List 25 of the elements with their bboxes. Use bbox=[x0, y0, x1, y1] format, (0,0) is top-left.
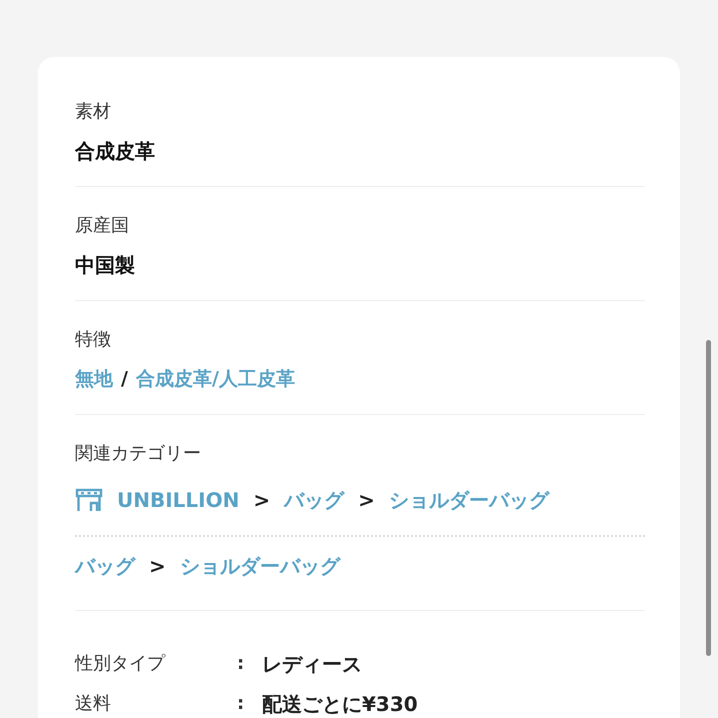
detail-label: 性別タイプ bbox=[75, 652, 166, 676]
section-label: 関連カテゴリー bbox=[75, 442, 202, 466]
category-link[interactable]: ショルダーバッグ bbox=[388, 485, 549, 515]
separator: / bbox=[121, 367, 128, 392]
detail-label: 送料 bbox=[75, 692, 112, 716]
separator: > bbox=[358, 487, 375, 514]
detail-value: 配送ごとに¥330 bbox=[262, 691, 418, 718]
separator: > bbox=[149, 553, 166, 580]
store-icon bbox=[75, 488, 103, 512]
detail-colon: : bbox=[237, 692, 246, 716]
category-link[interactable]: バッグ bbox=[75, 551, 135, 581]
section-value: 中国製 bbox=[75, 252, 136, 279]
category-link[interactable]: バッグ bbox=[284, 485, 344, 515]
shop-link[interactable]: UNBILLION bbox=[117, 485, 240, 515]
section-value: 合成皮革 bbox=[75, 138, 156, 165]
category-link[interactable]: ショルダーバッグ bbox=[180, 551, 340, 581]
category-link[interactable]: 無地 bbox=[75, 365, 113, 393]
detail-value: レディース bbox=[262, 651, 362, 678]
category-link[interactable]: 合成皮革/人工皮革 bbox=[136, 365, 295, 393]
separator: > bbox=[253, 487, 270, 514]
detail-colon: : bbox=[237, 652, 246, 676]
scrollbar[interactable] bbox=[706, 340, 711, 656]
section-label: 特徴 bbox=[75, 328, 112, 352]
section-label: 素材 bbox=[75, 100, 112, 124]
section-label: 原産国 bbox=[75, 214, 130, 238]
